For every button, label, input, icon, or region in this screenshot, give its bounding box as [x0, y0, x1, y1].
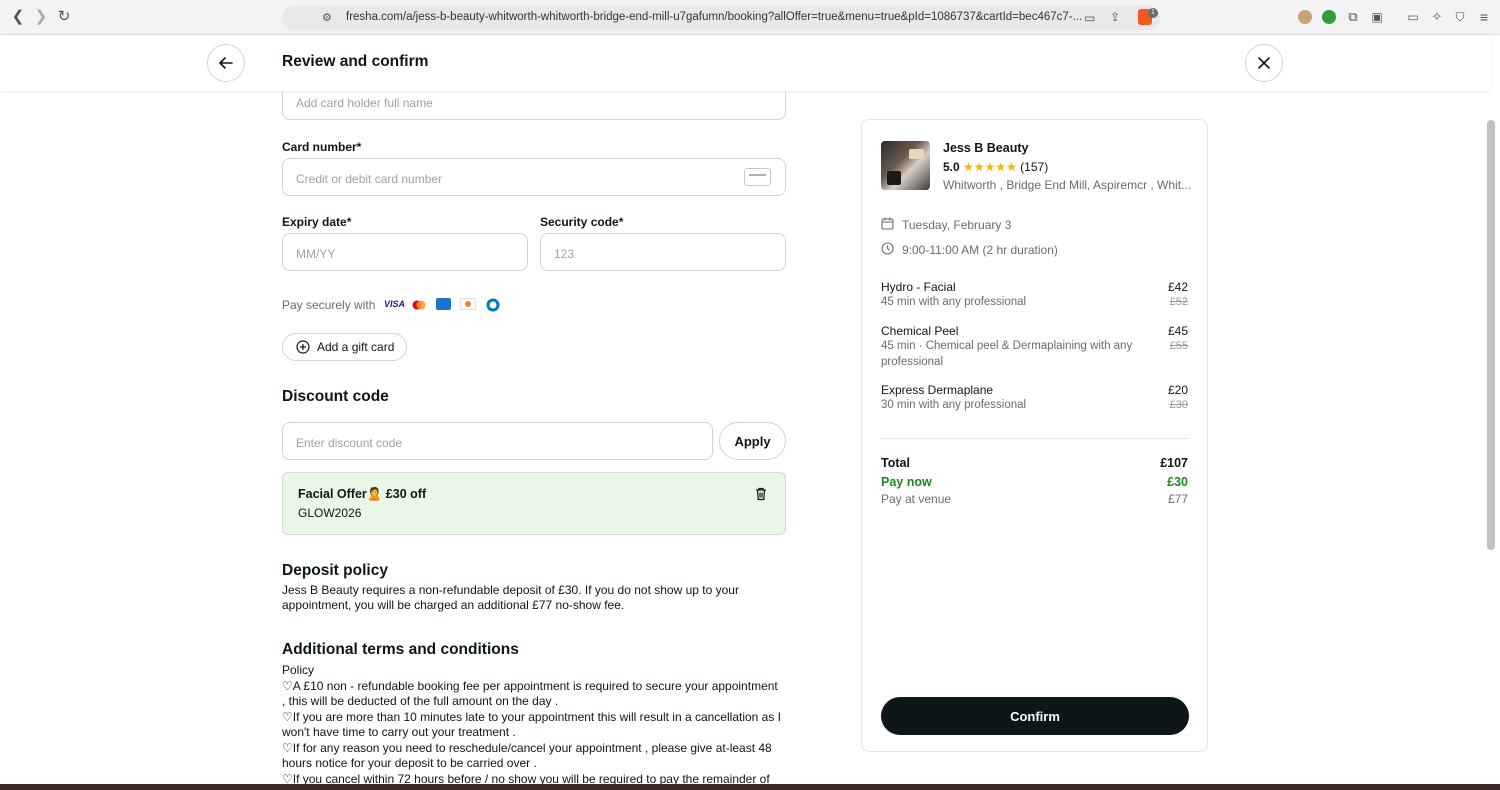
deposit-text-line-2: appointment, you will be charged an addi… [282, 598, 625, 612]
service-original-price: £52 [1169, 296, 1188, 308]
close-button[interactable] [1245, 44, 1283, 82]
pay-at-venue-value: £77 [1167, 492, 1188, 506]
service-description: 45 min · Chemical peel & Dermaplaining w… [881, 340, 1133, 368]
card-number-input[interactable]: Credit or debit card number [282, 158, 786, 196]
service-price: £20 [1167, 383, 1188, 397]
trash-icon [756, 487, 766, 501]
diners-club-icon [485, 298, 501, 312]
service-original-price: £30 [1169, 399, 1188, 411]
confirm-button[interactable]: Confirm [881, 697, 1189, 735]
page-title: Review and confirm [282, 53, 429, 70]
back-nav-icon[interactable]: ❮ [10, 9, 26, 25]
discount-code-input[interactable]: Enter discount code [282, 422, 713, 460]
discover-icon [460, 298, 476, 310]
forward-nav-icon[interactable]: ❯ [33, 9, 49, 25]
expiry-placeholder: MM/YY [296, 247, 336, 261]
site-settings-icon[interactable]: ⚙ [322, 11, 332, 24]
clock-icon [881, 242, 894, 260]
star-rating-icon: ★★★★★ [963, 160, 1017, 174]
expiry-date-input[interactable]: MM/YY [282, 233, 528, 271]
review-count: (157) [1020, 160, 1049, 174]
url-text: fresha.com/a/jess-b-beauty-whitworth-whi… [346, 11, 1083, 23]
deposit-heading: Deposit policy [282, 562, 388, 579]
shield-badge: 1 [1148, 8, 1158, 18]
rating-value: 5.0 [943, 160, 960, 174]
discount-heading: Discount code [282, 388, 389, 405]
reload-icon[interactable]: ↻ [56, 9, 72, 25]
mastercard-icon [411, 298, 427, 310]
wallet-icon[interactable]: ▭ [1405, 9, 1421, 25]
plus-circle-icon [296, 340, 310, 354]
pay-now-label: Pay now [881, 475, 932, 489]
terms-line: ♡If you are more than 10 minutes late to… [282, 710, 782, 724]
terms-line: ♡If for any reason you need to reschedul… [282, 741, 772, 755]
service-name: Chemical Peel [881, 324, 959, 338]
expiry-date-label: Expiry date* [282, 215, 352, 229]
extensions-puzzle-icon[interactable]: ⧉ [1345, 9, 1361, 25]
offer-title: Facial Offer🙎 £30 off [298, 487, 427, 501]
cardholder-placeholder: Add card holder full name [296, 96, 433, 110]
business-thumbnail [881, 141, 930, 190]
gift-card-label: Add a gift card [317, 340, 395, 354]
service-price: £45 [1167, 324, 1188, 338]
calendar-icon [881, 217, 894, 235]
extension-icon[interactable] [1298, 10, 1312, 24]
appointment-date: Tuesday, February 3 [902, 218, 1012, 232]
terms-line: Policy [282, 663, 315, 677]
service-price: £42 [1167, 280, 1188, 294]
terms-line: ♡A £10 non - refundable booking fee per … [282, 679, 778, 693]
apply-discount-button[interactable]: Apply [719, 422, 786, 460]
extension-green-icon[interactable] [1322, 10, 1336, 24]
browser-toolbar: ❮ ❯ ↻ ⚙ fresha.com/a/jess-b-beauty-whitw… [0, 0, 1500, 35]
terms-line: won't have time to carry out your treatm… [282, 725, 516, 739]
taskbar-edge [0, 784, 1500, 790]
amex-icon [436, 298, 451, 310]
back-button[interactable] [207, 44, 245, 82]
vpn-icon[interactable]: ⛉ [1452, 9, 1468, 25]
service-description: 30 min with any professional [881, 399, 1027, 411]
card-number-label: Card number* [282, 140, 362, 154]
offer-code: GLOW2026 [298, 506, 362, 520]
service-original-price: £55 [1169, 340, 1188, 352]
terms-line: hours notice for your deposit to be carr… [282, 756, 537, 770]
total-value: £107 [1160, 456, 1188, 470]
app-header: Review and confirm [0, 35, 1490, 91]
address-bar[interactable]: ⚙ fresha.com/a/jess-b-beauty-whitworth-w… [282, 6, 1160, 30]
add-gift-card-button[interactable]: Add a gift card [282, 333, 407, 361]
cast-icon[interactable]: ▭ [1084, 11, 1095, 25]
security-placeholder: 123 [554, 247, 575, 261]
terms-line: , this will be deducted of the full amou… [282, 694, 559, 708]
service-name: Hydro - Facial [881, 280, 956, 294]
sidebar-icon[interactable]: ▣ [1369, 9, 1385, 25]
page-scrollbar[interactable] [1487, 120, 1495, 550]
terms-heading: Additional terms and conditions [282, 641, 519, 658]
security-code-input[interactable]: 123 [540, 233, 786, 271]
pay-at-venue-label: Pay at venue [881, 492, 952, 506]
service-description: 45 min with any professional [881, 296, 1027, 308]
pay-now-value: £30 [1167, 475, 1188, 489]
business-address: Whitworth , Bridge End Mill, Aspiremcr ,… [943, 178, 1192, 192]
menu-icon[interactable]: ≡ [1476, 9, 1492, 25]
summary-divider [881, 438, 1189, 439]
card-number-placeholder: Credit or debit card number [296, 172, 443, 186]
discount-placeholder: Enter discount code [296, 436, 403, 450]
share-icon[interactable]: ⇪ [1110, 10, 1120, 24]
booking-summary-card: Jess B Beauty 5.0 ★★★★★ (157) Whitworth … [861, 119, 1208, 752]
visa-icon: VISA [384, 298, 406, 310]
remove-offer-button[interactable] [755, 487, 767, 506]
business-name[interactable]: Jess B Beauty [943, 141, 1028, 155]
arrow-left-icon [219, 57, 233, 69]
total-label: Total [881, 456, 910, 470]
security-code-label: Security code* [540, 215, 624, 229]
applied-offer-card: Facial Offer🙎 £30 off GLOW2026 [282, 472, 786, 535]
service-name: Express Dermaplane [881, 383, 994, 397]
credit-card-icon [744, 168, 771, 186]
close-icon [1258, 57, 1270, 69]
rating-row: 5.0 ★★★★★ (157) [943, 160, 1048, 174]
deposit-text-line-1: Jess B Beauty requires a non-refundable … [282, 583, 739, 597]
appointment-time: 9:00-11:00 AM (2 hr duration) [902, 243, 1058, 257]
pay-securely-text: Pay securely with [282, 298, 376, 312]
leo-ai-icon[interactable]: ✧ [1429, 9, 1445, 25]
